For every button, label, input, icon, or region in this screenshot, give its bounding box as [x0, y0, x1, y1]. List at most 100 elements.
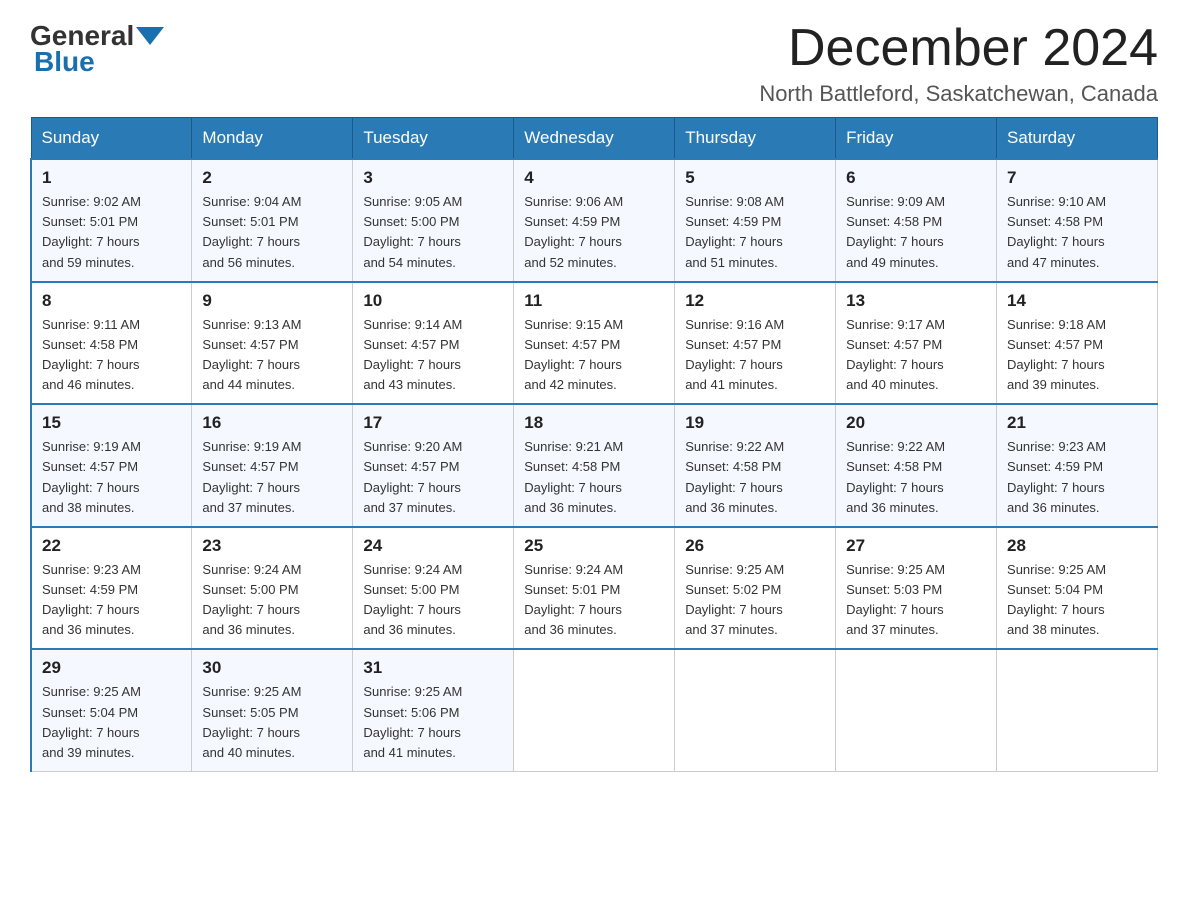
calendar-cell [514, 649, 675, 771]
day-info: Sunrise: 9:25 AMSunset: 5:05 PMDaylight:… [202, 682, 342, 763]
day-number: 6 [846, 168, 986, 188]
day-number: 9 [202, 291, 342, 311]
calendar-cell: 8Sunrise: 9:11 AMSunset: 4:58 PMDaylight… [31, 282, 192, 405]
day-number: 3 [363, 168, 503, 188]
day-number: 4 [524, 168, 664, 188]
day-info: Sunrise: 9:10 AMSunset: 4:58 PMDaylight:… [1007, 192, 1147, 273]
day-number: 27 [846, 536, 986, 556]
calendar-cell [675, 649, 836, 771]
day-info: Sunrise: 9:25 AMSunset: 5:04 PMDaylight:… [42, 682, 181, 763]
day-info: Sunrise: 9:09 AMSunset: 4:58 PMDaylight:… [846, 192, 986, 273]
weekday-header-wednesday: Wednesday [514, 118, 675, 160]
day-info: Sunrise: 9:16 AMSunset: 4:57 PMDaylight:… [685, 315, 825, 396]
calendar-cell: 14 Sunrise: 9:18 AMSunset: 4:57 PMDayligh… [997, 282, 1158, 405]
calendar-cell: 27Sunrise: 9:25 AMSunset: 5:03 PMDayligh… [836, 527, 997, 650]
day-info: Sunrise: 9:22 AMSunset: 4:58 PMDaylight:… [685, 437, 825, 518]
weekday-header-row: SundayMondayTuesdayWednesdayThursdayFrid… [31, 118, 1158, 160]
day-number: 22 [42, 536, 181, 556]
day-number: 28 [1007, 536, 1147, 556]
logo: General Blue [30, 20, 166, 78]
day-info: Sunrise: 9:02 AMSunset: 5:01 PMDaylight:… [42, 192, 181, 273]
day-number: 23 [202, 536, 342, 556]
calendar-cell: 7 Sunrise: 9:10 AMSunset: 4:58 PMDaylight… [997, 159, 1158, 282]
day-info: Sunrise: 9:24 AMSunset: 5:00 PMDaylight:… [202, 560, 342, 641]
calendar-cell: 11Sunrise: 9:15 AMSunset: 4:57 PMDayligh… [514, 282, 675, 405]
month-title: December 2024 [759, 20, 1158, 77]
day-number: 24 [363, 536, 503, 556]
calendar-cell: 18 Sunrise: 9:21 AMSunset: 4:58 PMDayligh… [514, 404, 675, 527]
weekday-header-tuesday: Tuesday [353, 118, 514, 160]
day-number: 15 [42, 413, 181, 433]
day-number: 7 [1007, 168, 1147, 188]
day-number: 19 [685, 413, 825, 433]
calendar-cell: 4 Sunrise: 9:06 AMSunset: 4:59 PMDaylight… [514, 159, 675, 282]
day-info: Sunrise: 9:15 AMSunset: 4:57 PMDaylight:… [524, 315, 664, 396]
calendar-cell: 13Sunrise: 9:17 AMSunset: 4:57 PMDayligh… [836, 282, 997, 405]
day-number: 17 [363, 413, 503, 433]
calendar-cell: 5 Sunrise: 9:08 AMSunset: 4:59 PMDaylight… [675, 159, 836, 282]
day-number: 16 [202, 413, 342, 433]
calendar-cell: 15 Sunrise: 9:19 AMSunset: 4:57 PMDayligh… [31, 404, 192, 527]
day-info: Sunrise: 9:11 AMSunset: 4:58 PMDaylight:… [42, 315, 181, 396]
calendar-cell: 22 Sunrise: 9:23 AMSunset: 4:59 PMDayligh… [31, 527, 192, 650]
weekday-header-friday: Friday [836, 118, 997, 160]
day-info: Sunrise: 9:06 AMSunset: 4:59 PMDaylight:… [524, 192, 664, 273]
calendar-table: SundayMondayTuesdayWednesdayThursdayFrid… [30, 117, 1158, 772]
day-info: Sunrise: 9:23 AMSunset: 4:59 PMDaylight:… [42, 560, 181, 641]
calendar-cell: 10Sunrise: 9:14 AMSunset: 4:57 PMDayligh… [353, 282, 514, 405]
calendar-cell [997, 649, 1158, 771]
day-number: 30 [202, 658, 342, 678]
calendar-cell: 25Sunrise: 9:24 AMSunset: 5:01 PMDayligh… [514, 527, 675, 650]
day-number: 12 [685, 291, 825, 311]
day-info: Sunrise: 9:04 AMSunset: 5:01 PMDaylight:… [202, 192, 342, 273]
day-number: 21 [1007, 413, 1147, 433]
day-info: Sunrise: 9:14 AMSunset: 4:57 PMDaylight:… [363, 315, 503, 396]
calendar-week-row: 1 Sunrise: 9:02 AMSunset: 5:01 PMDaylight… [31, 159, 1158, 282]
logo-blue-text: Blue [34, 46, 95, 77]
calendar-cell [836, 649, 997, 771]
day-number: 1 [42, 168, 181, 188]
day-info: Sunrise: 9:13 AMSunset: 4:57 PMDaylight:… [202, 315, 342, 396]
day-info: Sunrise: 9:08 AMSunset: 4:59 PMDaylight:… [685, 192, 825, 273]
calendar-cell: 17 Sunrise: 9:20 AMSunset: 4:57 PMDayligh… [353, 404, 514, 527]
calendar-cell: 21 Sunrise: 9:23 AMSunset: 4:59 PMDayligh… [997, 404, 1158, 527]
day-info: Sunrise: 9:22 AMSunset: 4:58 PMDaylight:… [846, 437, 986, 518]
calendar-cell: 30 Sunrise: 9:25 AMSunset: 5:05 PMDayligh… [192, 649, 353, 771]
day-info: Sunrise: 9:19 AMSunset: 4:57 PMDaylight:… [42, 437, 181, 518]
day-number: 31 [363, 658, 503, 678]
calendar-cell: 2Sunrise: 9:04 AMSunset: 5:01 PMDaylight… [192, 159, 353, 282]
day-number: 18 [524, 413, 664, 433]
day-info: Sunrise: 9:19 AMSunset: 4:57 PMDaylight:… [202, 437, 342, 518]
day-info: Sunrise: 9:25 AMSunset: 5:06 PMDaylight:… [363, 682, 503, 763]
calendar-cell: 26Sunrise: 9:25 AMSunset: 5:02 PMDayligh… [675, 527, 836, 650]
day-info: Sunrise: 9:21 AMSunset: 4:58 PMDaylight:… [524, 437, 664, 518]
day-info: Sunrise: 9:05 AMSunset: 5:00 PMDaylight:… [363, 192, 503, 273]
day-number: 20 [846, 413, 986, 433]
calendar-cell: 31 Sunrise: 9:25 AMSunset: 5:06 PMDayligh… [353, 649, 514, 771]
day-number: 5 [685, 168, 825, 188]
calendar-cell: 29Sunrise: 9:25 AMSunset: 5:04 PMDayligh… [31, 649, 192, 771]
calendar-cell: 3 Sunrise: 9:05 AMSunset: 5:00 PMDaylight… [353, 159, 514, 282]
calendar-week-row: 15 Sunrise: 9:19 AMSunset: 4:57 PMDayligh… [31, 404, 1158, 527]
weekday-header-saturday: Saturday [997, 118, 1158, 160]
calendar-cell: 19 Sunrise: 9:22 AMSunset: 4:58 PMDayligh… [675, 404, 836, 527]
calendar-cell: 20 Sunrise: 9:22 AMSunset: 4:58 PMDayligh… [836, 404, 997, 527]
day-info: Sunrise: 9:25 AMSunset: 5:02 PMDaylight:… [685, 560, 825, 641]
day-info: Sunrise: 9:24 AMSunset: 5:00 PMDaylight:… [363, 560, 503, 641]
calendar-cell: 12 Sunrise: 9:16 AMSunset: 4:57 PMDayligh… [675, 282, 836, 405]
day-number: 14 [1007, 291, 1147, 311]
calendar-cell: 1 Sunrise: 9:02 AMSunset: 5:01 PMDaylight… [31, 159, 192, 282]
calendar-week-row: 22 Sunrise: 9:23 AMSunset: 4:59 PMDayligh… [31, 527, 1158, 650]
calendar-cell: 9 Sunrise: 9:13 AMSunset: 4:57 PMDaylight… [192, 282, 353, 405]
day-info: Sunrise: 9:23 AMSunset: 4:59 PMDaylight:… [1007, 437, 1147, 518]
day-number: 13 [846, 291, 986, 311]
weekday-header-sunday: Sunday [31, 118, 192, 160]
weekday-header-thursday: Thursday [675, 118, 836, 160]
calendar-cell: 23 Sunrise: 9:24 AMSunset: 5:00 PMDayligh… [192, 527, 353, 650]
day-info: Sunrise: 9:18 AMSunset: 4:57 PMDaylight:… [1007, 315, 1147, 396]
day-info: Sunrise: 9:20 AMSunset: 4:57 PMDaylight:… [363, 437, 503, 518]
title-area: December 2024 North Battleford, Saskatch… [759, 20, 1158, 107]
location-title: North Battleford, Saskatchewan, Canada [759, 81, 1158, 107]
weekday-header-monday: Monday [192, 118, 353, 160]
calendar-cell: 28Sunrise: 9:25 AMSunset: 5:04 PMDayligh… [997, 527, 1158, 650]
